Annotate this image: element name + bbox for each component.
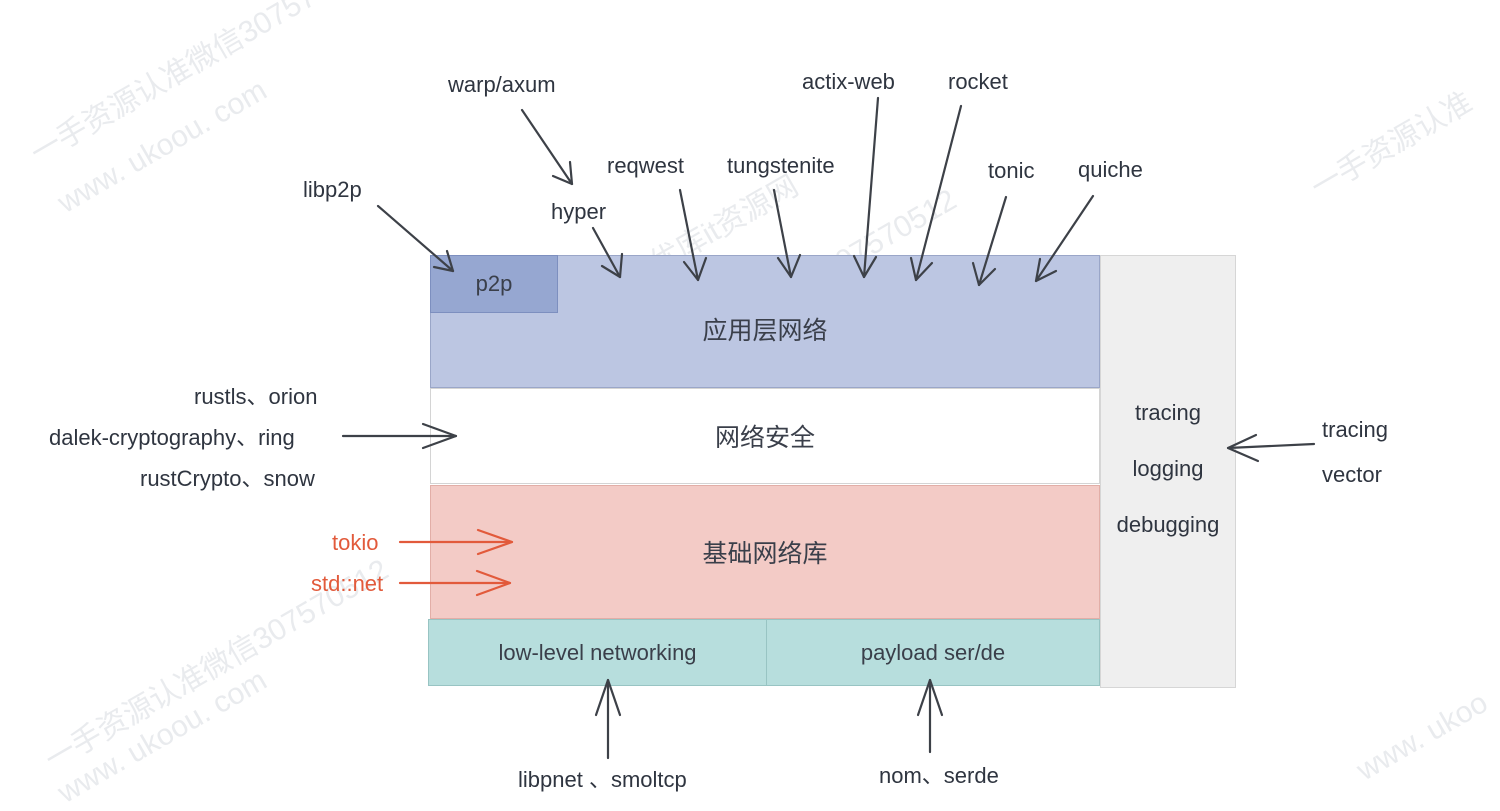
arrow-tonic (971, 195, 1008, 287)
arrow-nom-serde (916, 678, 944, 754)
arrow-tokio (398, 528, 514, 556)
arrow-reqwest (678, 188, 708, 282)
arrow-tungstenite (772, 188, 802, 279)
arrow-quiche (1034, 194, 1095, 283)
arrow-warp-axum (520, 108, 574, 186)
arrow-std-net (398, 569, 512, 597)
arrow-libp2p (376, 204, 455, 273)
arrow-security (341, 422, 458, 450)
arrow-tracing-right (1226, 433, 1316, 463)
arrow-actix-web (852, 96, 880, 279)
arrow-rocket (909, 104, 963, 282)
arrows-layer (341, 96, 1316, 760)
arrow-hyper (591, 226, 624, 279)
arrow-libpnet (594, 678, 622, 760)
